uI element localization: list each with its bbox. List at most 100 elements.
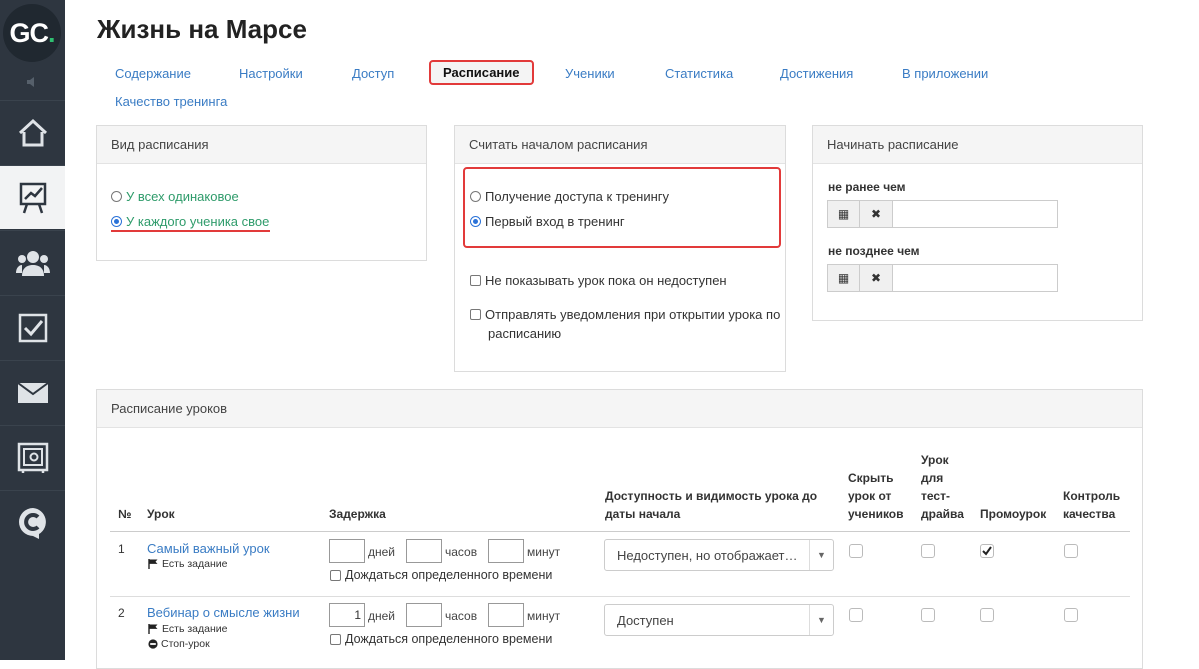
header-line: драйва [921, 507, 964, 521]
radio-button[interactable] [111, 216, 122, 227]
option-label: У каждого ученика свое [126, 214, 270, 229]
delay-hours-input[interactable] [406, 603, 442, 627]
logo-text: GC [9, 17, 48, 48]
header-line: учеников [848, 507, 904, 521]
tag-label: Стоп-урок [161, 638, 210, 650]
header-line: для [921, 471, 944, 485]
checkbox-label: Не показывать урок пока он недоступен [485, 273, 727, 288]
highlight-underline [111, 230, 270, 232]
promo-checkbox[interactable] [980, 608, 994, 622]
calendar-icon[interactable]: ▦ [827, 200, 860, 228]
radio-button[interactable] [470, 216, 481, 227]
checkbox[interactable] [330, 569, 341, 581]
clear-icon[interactable]: ✖ [860, 200, 893, 228]
tag-label: Есть задание [162, 558, 228, 570]
schedule-type-same-option[interactable]: У всех одинаковое [111, 189, 239, 204]
checkbox-label: Дождаться определенного времени [345, 632, 553, 646]
not-before-date-picker: ▦ ✖ [827, 200, 1058, 228]
mail-icon[interactable] [0, 360, 65, 424]
delay-hours-input[interactable] [406, 539, 442, 563]
radio-button[interactable] [111, 191, 122, 202]
delay-minutes-input[interactable] [488, 603, 524, 627]
delay-days-input[interactable]: 1 [329, 603, 365, 627]
delay-minutes-input[interactable] [488, 539, 524, 563]
page-title: Жизнь на Марсе [97, 14, 307, 44]
notify-on-open-checkbox[interactable]: Отправлять уведомления при открытии урок… [470, 307, 780, 322]
tab-achievements[interactable]: Достижения [780, 66, 853, 81]
tab-statistics[interactable]: Статистика [665, 66, 733, 81]
panel-title: Начинать расписание [813, 126, 1142, 164]
hide-unavailable-checkbox[interactable]: Не показывать урок пока он недоступен [470, 273, 727, 288]
tab-settings[interactable]: Настройки [239, 66, 303, 81]
flag-icon [148, 624, 158, 634]
not-after-date-input[interactable] [893, 264, 1058, 292]
row-number: 2 [118, 606, 125, 620]
column-header-hide: Скрыть урок от учеников [848, 469, 904, 523]
lesson-tag: Есть задание [148, 558, 227, 570]
unit-label: минут [527, 545, 561, 559]
hide-lesson-checkbox[interactable] [849, 544, 863, 558]
tag-label: Есть задание [162, 623, 228, 635]
delay-days-input[interactable] [329, 539, 365, 563]
column-header-promo: Промоурок [980, 507, 1047, 521]
hide-lesson-checkbox[interactable] [849, 608, 863, 622]
tab-students[interactable]: Ученики [565, 66, 615, 81]
checkbox[interactable] [470, 309, 481, 320]
tab-training-quality[interactable]: Качество тренинга [115, 94, 227, 109]
calendar-icon[interactable]: ▦ [827, 264, 860, 292]
header-line: Скрыть [848, 471, 894, 485]
lesson-link[interactable]: Вебинар о смысле жизни [147, 605, 300, 620]
tab-in-app[interactable]: В приложении [902, 66, 988, 81]
highlight-box [463, 167, 781, 248]
start-on-access-option[interactable]: Получение доступа к тренингу [470, 189, 669, 204]
users-icon[interactable] [0, 230, 65, 294]
tasks-icon[interactable] [0, 295, 65, 359]
unit-label: минут [527, 609, 561, 623]
test-drive-checkbox[interactable] [921, 544, 935, 558]
not-before-date-input[interactable] [893, 200, 1058, 228]
lesson-link[interactable]: Самый важный урок [147, 541, 270, 556]
safe-icon[interactable] [0, 425, 65, 489]
checkbox-label: Отправлять уведомления при открытии урок… [485, 307, 781, 322]
start-on-first-login-option[interactable]: Первый вход в тренинг [470, 214, 625, 229]
quality-control-checkbox[interactable] [1064, 544, 1078, 558]
panel-title: Считать началом расписания [455, 126, 785, 164]
option-label: Получение доступа к тренингу [485, 189, 670, 204]
checkbox[interactable] [470, 275, 481, 286]
tab-schedule[interactable]: Расписание [429, 60, 534, 85]
header-line: Урок [921, 453, 949, 467]
header-line: Доступность и видимость урока до [605, 489, 818, 503]
table-header-divider [110, 531, 1130, 532]
lesson-tag: Стоп-урок [148, 638, 210, 650]
clear-icon[interactable]: ✖ [860, 264, 893, 292]
header-line: Контроль [1063, 489, 1121, 503]
selected-value: Доступен [617, 612, 674, 628]
column-header-lesson: Урок [147, 507, 175, 521]
tab-access[interactable]: Доступ [352, 66, 394, 81]
availability-select[interactable]: Доступен ▼ [604, 604, 834, 636]
option-label: У всех одинаковое [126, 189, 239, 204]
chart-icon[interactable] [0, 165, 65, 229]
checkbox-label: Дождаться определенного времени [345, 568, 553, 582]
availability-select[interactable]: Недоступен, но отображает… ▼ [604, 539, 834, 571]
unit-label: дней [368, 545, 396, 559]
tab-content[interactable]: Содержание [115, 66, 191, 81]
chevron-down-icon: ▼ [809, 605, 833, 635]
stop-icon [148, 639, 158, 649]
sound-icon[interactable] [0, 68, 65, 96]
schedule-type-individual-option[interactable]: У каждого ученика свое [111, 214, 269, 229]
wait-time-checkbox[interactable]: Дождаться определенного времени [330, 568, 552, 582]
chevron-down-icon: ▼ [809, 540, 833, 570]
logo[interactable]: GC. [3, 4, 61, 62]
home-icon[interactable] [0, 100, 65, 164]
logo-dot: . [47, 17, 55, 48]
test-drive-checkbox[interactable] [921, 608, 935, 622]
checkbox[interactable] [330, 633, 341, 645]
chat-icon[interactable] [0, 490, 65, 554]
quality-control-checkbox[interactable] [1064, 608, 1078, 622]
wait-time-checkbox[interactable]: Дождаться определенного времени [330, 632, 552, 646]
promo-checkbox[interactable] [980, 544, 994, 558]
radio-button[interactable] [470, 191, 481, 202]
row-number: 1 [118, 542, 125, 556]
column-header-test-drive: Урок для тест- драйва [921, 451, 964, 523]
